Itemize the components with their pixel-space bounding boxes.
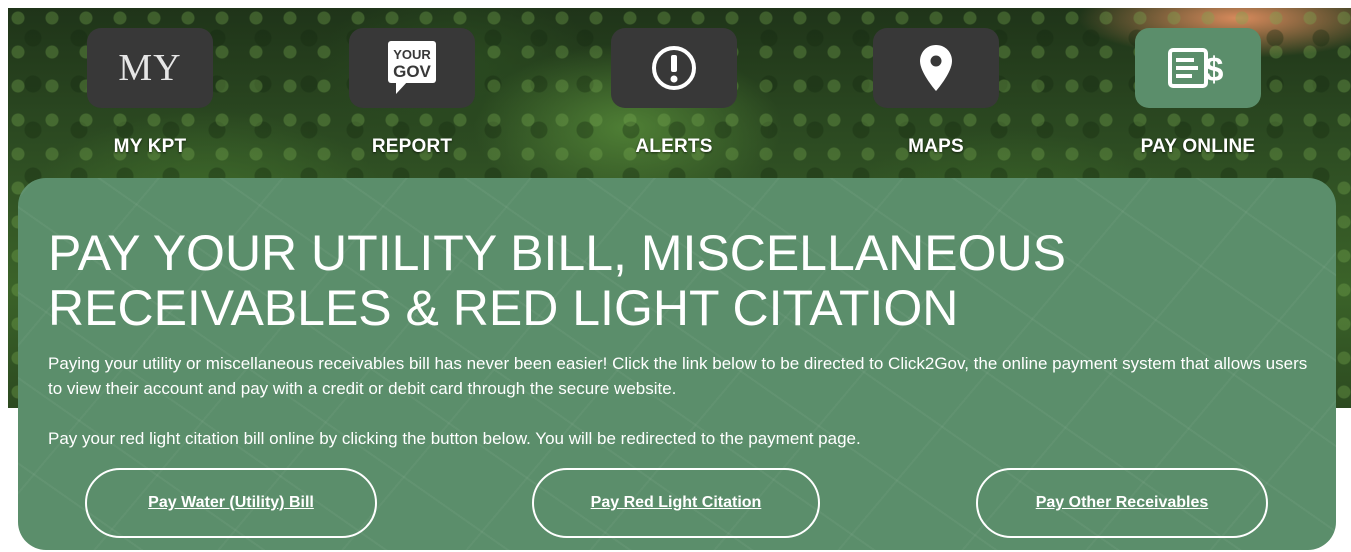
bill-dollar-icon: $ bbox=[1168, 48, 1224, 89]
nav-item-alerts[interactable]: ALERTS bbox=[584, 28, 764, 158]
nav-label-report: REPORT bbox=[371, 136, 453, 157]
report-tile[interactable]: YOUR GOV bbox=[349, 28, 475, 108]
alert-icon bbox=[652, 46, 696, 90]
pay-other-receivables-button[interactable]: Pay Other Receivables bbox=[976, 468, 1268, 538]
my-logo-icon: MY bbox=[118, 47, 182, 89]
nav-item-my-kpt[interactable]: MY MY KPT bbox=[60, 28, 240, 158]
pay-water-bill-button[interactable]: Pay Water (Utility) Bill bbox=[85, 468, 377, 538]
nav-item-report[interactable]: YOUR GOV REPORT bbox=[322, 28, 502, 158]
nav-label-pay-online: PAY ONLINE bbox=[1140, 136, 1256, 157]
nav-item-pay-online[interactable]: $ PAY ONLINE bbox=[1108, 28, 1288, 158]
my-kpt-tile[interactable]: MY bbox=[87, 28, 213, 108]
quick-links-nav: MY MY KPT YOUR GOV REPORT ALERTS MAPS $ … bbox=[8, 8, 1351, 178]
pay-online-tile[interactable]: $ bbox=[1135, 28, 1261, 108]
pay-red-light-citation-button[interactable]: Pay Red Light Citation bbox=[532, 468, 820, 538]
alerts-tile[interactable] bbox=[611, 28, 737, 108]
your-gov-icon: YOUR GOV bbox=[388, 41, 436, 94]
maps-tile[interactable] bbox=[873, 28, 999, 108]
intro-paragraph: Paying your utility or miscellaneous rec… bbox=[48, 354, 1308, 398]
map-pin-icon bbox=[920, 45, 952, 91]
pay-bill-panel: PAY YOUR UTILITY BILL, MISCELLANEOUS REC… bbox=[18, 178, 1336, 550]
svg-text:YOUR: YOUR bbox=[393, 47, 431, 62]
svg-text:$: $ bbox=[1205, 51, 1224, 89]
nav-label-my-kpt: MY KPT bbox=[113, 136, 187, 157]
nav-label-maps: MAPS bbox=[908, 136, 964, 157]
nav-item-maps[interactable]: MAPS bbox=[846, 28, 1026, 158]
nav-label-alerts: ALERTS bbox=[635, 136, 713, 157]
page-title: PAY YOUR UTILITY BILL, MISCELLANEOUS REC… bbox=[48, 225, 1066, 336]
red-light-paragraph: Pay your red light citation bill online … bbox=[48, 429, 861, 448]
svg-text:GOV: GOV bbox=[393, 62, 431, 81]
